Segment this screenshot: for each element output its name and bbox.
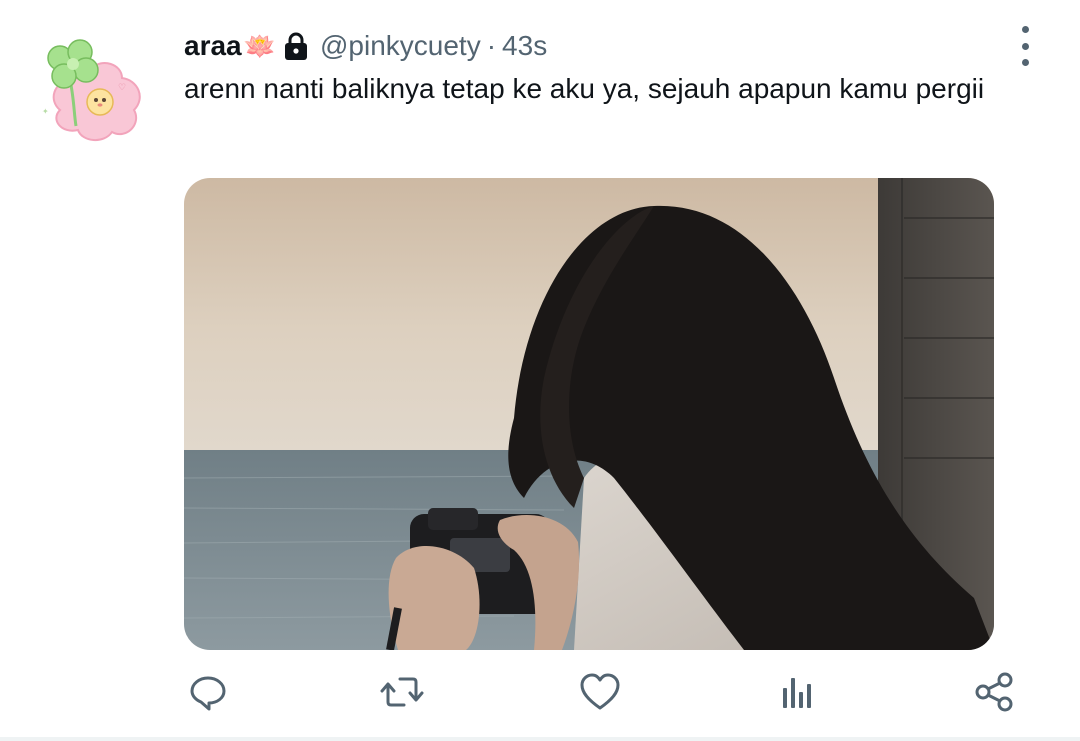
separator-dot: · [486,30,497,61]
reply-icon [190,676,226,711]
more-options-icon[interactable] [1012,26,1038,66]
share-button[interactable] [972,670,1016,714]
avatar[interactable]: ♡ ✦ [30,28,154,152]
svg-text:♡: ♡ [118,83,126,93]
heart-icon [580,673,620,710]
reply-button[interactable] [186,670,230,714]
display-name[interactable]: araa [184,30,242,62]
tweet-photo[interactable] [184,178,994,650]
svg-text:✦: ✦ [42,107,49,116]
more-dot [1021,59,1029,66]
handle[interactable]: @pinkycuety [320,30,481,62]
like-button[interactable] [578,670,622,714]
analytics-button[interactable] [775,670,819,714]
retweet-icon [380,677,424,707]
tweet-actions [0,670,1080,716]
more-dot [1021,26,1029,33]
more-dot [1021,42,1029,50]
lock-icon [282,31,310,61]
lotus-emoji: 🪷 [243,30,276,61]
tweet-text: arenn nanti baliknya tetap ke aku ya, se… [184,73,985,104]
tweet[interactable]: ♡ ✦ araa 🪷 @pinkycuety · 43s arenn nanti… [0,0,1080,741]
share-icon [975,672,1013,712]
divider [0,737,1080,741]
tweet-header: araa 🪷 @pinkycuety · 43s [184,26,547,66]
analytics-icon [783,678,811,708]
retweet-button[interactable] [380,670,424,714]
timestamp[interactable]: 43s [502,30,547,62]
